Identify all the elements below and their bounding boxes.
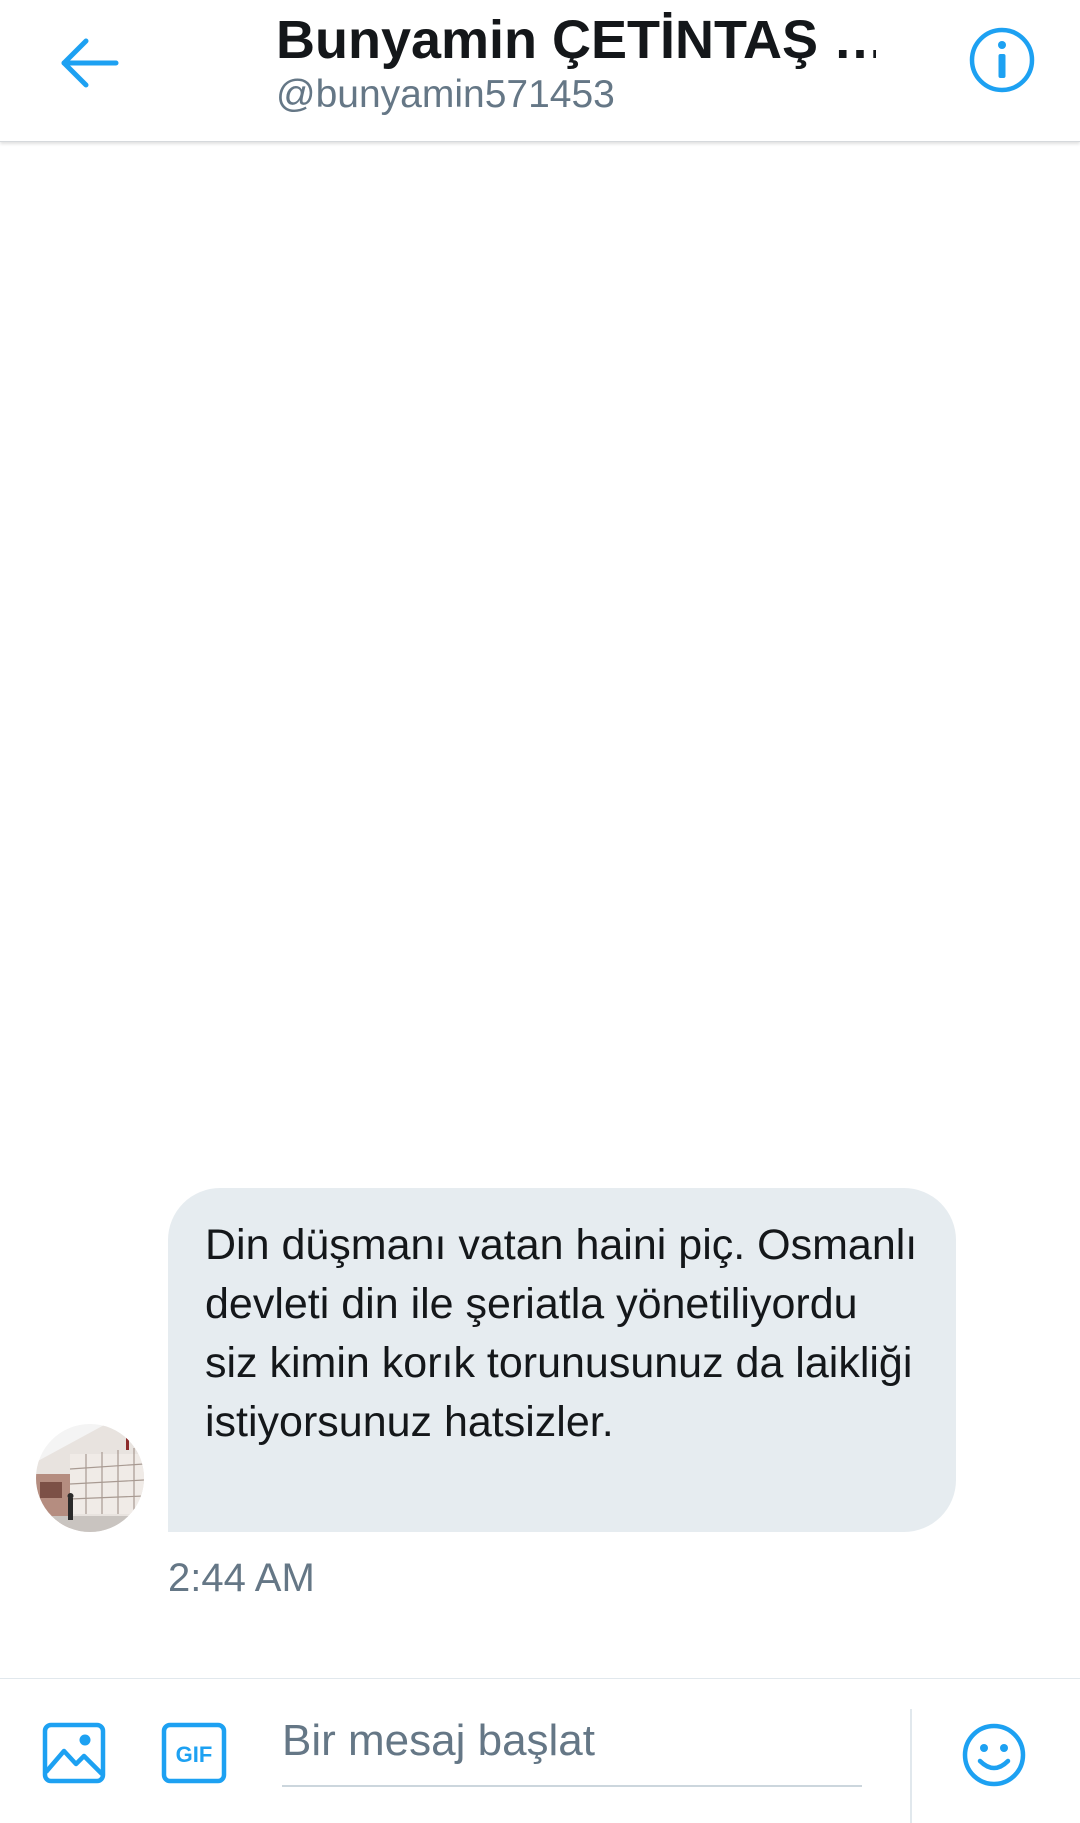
emoji-icon: [962, 1723, 1026, 1787]
message-input[interactable]: [282, 1697, 862, 1787]
message-composer: GIF: [0, 1678, 1080, 1823]
conversation-title: Bunyamin ÇETİNTAŞ …: [276, 10, 876, 70]
image-icon: [42, 1722, 106, 1784]
message-text: Din düşmanı vatan haini piç. Osmanlı dev…: [205, 1221, 918, 1446]
svg-text:GIF: GIF: [176, 1742, 213, 1767]
message-timestamp: 2:44 AM: [168, 1556, 315, 1600]
add-image-button[interactable]: [38, 1717, 110, 1789]
sender-avatar[interactable]: [36, 1424, 144, 1532]
emoji-button[interactable]: [956, 1717, 1032, 1793]
info-icon: [969, 27, 1035, 93]
arrow-left-icon: [61, 38, 119, 88]
header-title-group[interactable]: Bunyamin ÇETİNTAŞ … @bunyamin571453: [276, 8, 876, 118]
back-button[interactable]: [48, 26, 132, 100]
gif-icon: GIF: [161, 1722, 227, 1784]
add-gif-button[interactable]: GIF: [156, 1717, 232, 1789]
message-bubble[interactable]: Din düşmanı vatan haini piç. Osmanlı dev…: [168, 1188, 956, 1532]
conversation-handle: @bunyamin571453: [276, 73, 615, 116]
avatar-image: [36, 1424, 144, 1532]
message-thread[interactable]: Din düşmanı vatan haini piç. Osmanlı dev…: [0, 142, 1080, 1678]
conversation-header: Bunyamin ÇETİNTAŞ … @bunyamin571453: [0, 0, 1080, 142]
composer-divider: [910, 1709, 912, 1823]
info-button[interactable]: [964, 22, 1040, 98]
